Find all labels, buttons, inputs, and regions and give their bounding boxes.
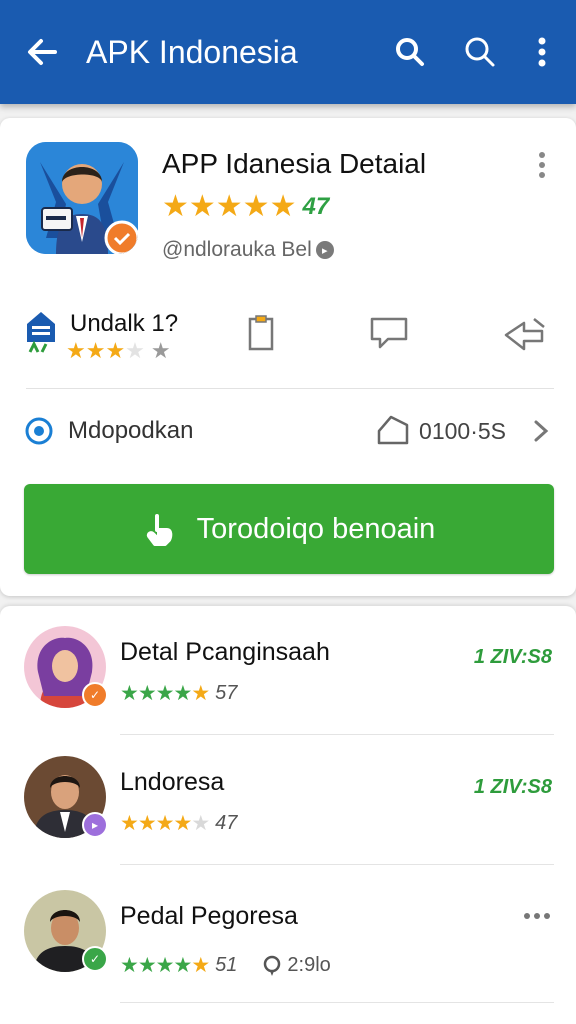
home-icon [24,308,58,354]
stat-stars: ★★★★ ★ [66,338,171,363]
badge-icon: ✓ [82,682,108,708]
item-rating-value: 51 [215,954,238,976]
info-row[interactable]: Mdopodkan 0100·5S [24,408,554,454]
divider [26,388,554,389]
size-value: 0100·5S [419,417,506,444]
item-tag: 1 ZIV:S8 [473,646,552,668]
install-label: Torodoiqo benoain [196,512,436,545]
divider [120,864,554,865]
badge-icon: ▸ [82,812,108,838]
item-tag: 1 ZIV:S8 [473,776,552,798]
developer-row[interactable]: @ndlorauka Bel ▸ [162,238,334,262]
comment-value: 2:9lo [287,954,331,976]
badge-icon: ✓ [82,946,108,972]
download-stat: Undalk 1? ★★★★ ★ [24,308,204,364]
avatar: ✓ [24,890,108,972]
rating-value: 47 [302,193,330,220]
app-rating: ★★★★★ 47 [162,192,329,222]
item-rating-value: 57 [215,682,238,704]
app-name: APP Idanesia Detaial [162,148,427,179]
app-detail-card: APP Idanesia Detaial ★★★★★ 47 @ndlorauka… [0,118,576,596]
developer-name: @ndlorauka Bel [162,238,312,261]
comment-count: 2:9lo [261,954,331,977]
rating-stars: ★★★★★ [162,190,297,223]
list-item[interactable]: ✓ Pedal Pegoresa ★★★★★ 51 2:9lo [0,866,576,1003]
divider [120,734,554,735]
more-vertical-icon[interactable] [528,148,556,182]
search-icon[interactable] [390,32,430,72]
list-item[interactable]: ▸ Lndoresa ★★★★★ 47 1 ZIV:S8 [0,736,576,866]
verified-check-icon [24,416,54,446]
search-icon[interactable] [460,32,500,72]
avatar: ✓ [24,626,108,708]
install-button[interactable]: Torodoiqo benoain [24,484,554,574]
size-tag-icon [373,411,413,451]
app-bar: APK Indonesia [0,0,576,104]
clipboard-icon[interactable] [238,310,284,356]
share-icon[interactable] [502,310,548,356]
app-icon[interactable] [26,142,138,254]
avatar: ▸ [24,756,108,838]
comment-icon[interactable] [366,310,412,356]
item-title: Detal Pcanginsaah [120,638,330,666]
item-rating-value: 47 [215,812,238,834]
comment-icon [264,955,281,976]
info-label: Mdopodkan [68,417,194,444]
item-rating: ★★★★★ 47 [120,812,238,835]
back-arrow-icon[interactable] [22,32,62,72]
list-item[interactable]: ✓ Detal Pcanginsaah ★★★★★ 57 1 ZIV:S8 [0,606,576,736]
app-list: ✓ Detal Pcanginsaah ★★★★★ 57 1 ZIV:S8 ▸ … [0,606,576,1024]
developer-badge-icon: ▸ [315,241,334,259]
item-title: Lndoresa [120,768,225,796]
stat-label: Undalk 1? [70,310,179,337]
more-horizontal-icon[interactable] [522,906,552,926]
item-rating: ★★★★★ 57 [120,682,238,705]
item-rating: ★★★★★ 51 2:9lo [120,954,331,977]
page-title: APK Indonesia [86,33,298,70]
hand-pointer-icon [143,512,177,546]
item-title: Pedal Pegoresa [120,902,298,930]
more-vertical-icon[interactable] [522,32,562,72]
chevron-right-icon[interactable] [526,416,554,446]
divider [120,1002,554,1003]
